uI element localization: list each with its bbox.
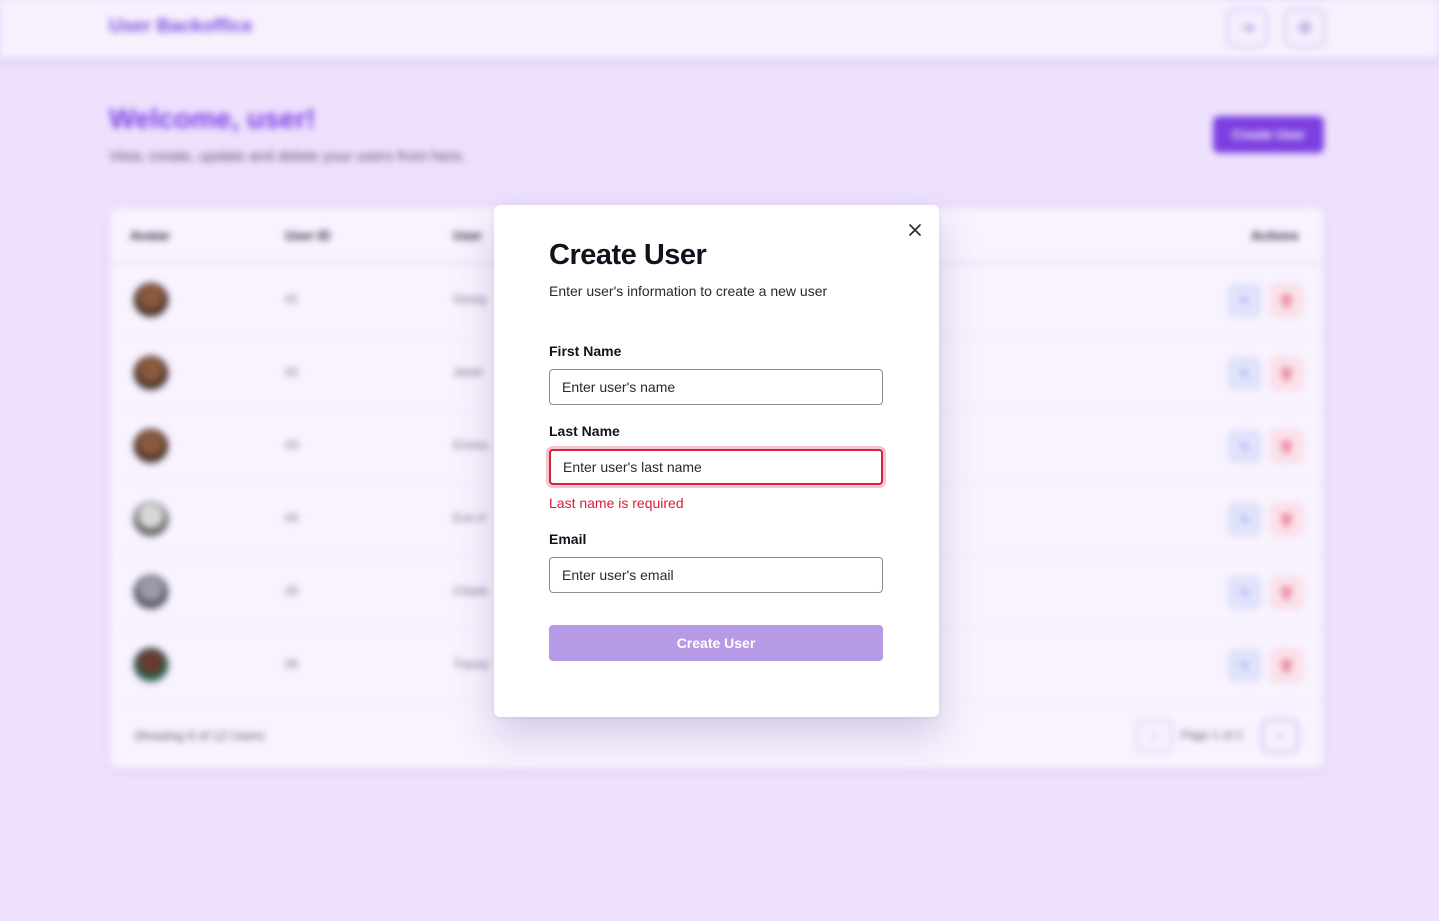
pencil-icon: ✎ (1239, 512, 1250, 527)
delete-user-button[interactable]: 🗑 (1270, 284, 1303, 317)
column-header-user-id: User ID (285, 228, 331, 243)
welcome-title: Welcome, user! (109, 103, 316, 134)
welcome-subtitle: View, create, update and delete your use… (109, 148, 466, 165)
edit-user-button[interactable]: ✎ (1228, 284, 1261, 317)
column-header-user: User (453, 228, 482, 243)
trash-icon: 🗑 (1278, 366, 1295, 381)
close-dialog-button[interactable] (906, 221, 924, 239)
chevron-left-icon: ‹ (1152, 729, 1156, 743)
next-page-button[interactable]: › (1261, 719, 1299, 753)
top-navbar: User Backoffice ⇥ ⚙ (0, 0, 1439, 58)
user-id: #2 (285, 365, 299, 379)
delete-user-button[interactable]: 🗑 (1270, 357, 1303, 390)
email-field[interactable] (549, 557, 883, 593)
settings-icon: ⚙ (1297, 20, 1313, 37)
open-create-user-button[interactable]: Create User (1213, 116, 1324, 153)
user-name: Eve H (453, 511, 486, 525)
avatar (132, 354, 170, 392)
email-label: Email (549, 531, 587, 547)
user-id: #3 (285, 438, 299, 452)
pencil-icon: ✎ (1239, 585, 1250, 600)
delete-user-button[interactable]: 🗑 (1270, 649, 1303, 682)
user-id: #1 (285, 292, 299, 306)
column-header-actions: Actions (1251, 228, 1299, 243)
close-icon (909, 224, 921, 236)
avatar (132, 500, 170, 538)
previous-page-button[interactable]: ‹ (1135, 719, 1173, 753)
edit-user-button[interactable]: ✎ (1228, 503, 1261, 536)
avatar (132, 573, 170, 611)
user-id: #6 (285, 657, 299, 671)
logout-button[interactable]: ⇥ (1226, 8, 1268, 48)
trash-icon: 🗑 (1278, 658, 1295, 673)
edit-user-button[interactable]: ✎ (1228, 357, 1261, 390)
create-user-dialog: Create User Enter user's information to … (494, 205, 939, 717)
last-name-label: Last Name (549, 423, 620, 439)
logout-icon: ⇥ (1240, 20, 1254, 37)
user-name: Tracey (453, 657, 490, 671)
last-name-field[interactable] (549, 449, 883, 485)
delete-user-button[interactable]: 🗑 (1270, 576, 1303, 609)
pencil-icon: ✎ (1239, 439, 1250, 454)
settings-button[interactable]: ⚙ (1284, 8, 1326, 48)
edit-user-button[interactable]: ✎ (1228, 576, 1261, 609)
user-name: Emma (453, 438, 488, 452)
pencil-icon: ✎ (1239, 658, 1250, 673)
user-name: Janet (453, 365, 483, 379)
first-name-field[interactable] (549, 369, 883, 405)
avatar (132, 427, 170, 465)
page-indicator: Page 1 of 2 (1181, 728, 1243, 742)
pencil-icon: ✎ (1239, 293, 1250, 308)
user-id: #5 (285, 584, 299, 598)
avatar (132, 281, 170, 319)
user-name: Charle (453, 584, 489, 598)
column-header-avatar: Avatar (130, 228, 170, 243)
trash-icon: 🗑 (1278, 512, 1295, 527)
trash-icon: 🗑 (1278, 293, 1295, 308)
dialog-title: Create User (549, 239, 707, 271)
edit-user-button[interactable]: ✎ (1228, 649, 1261, 682)
first-name-label: First Name (549, 343, 622, 359)
user-id: #4 (285, 511, 299, 525)
delete-user-button[interactable]: 🗑 (1270, 430, 1303, 463)
chevron-right-icon: › (1278, 729, 1282, 743)
dialog-description: Enter user's information to create a new… (549, 283, 828, 299)
user-name: Georg (453, 292, 487, 306)
last-name-error: Last name is required (549, 495, 684, 511)
trash-icon: 🗑 (1278, 585, 1295, 600)
pencil-icon: ✎ (1239, 366, 1250, 381)
pagination-summary: Showing 6 of 12 Users (134, 728, 265, 743)
trash-icon: 🗑 (1278, 439, 1295, 454)
edit-user-button[interactable]: ✎ (1228, 430, 1261, 463)
create-user-submit-button[interactable]: Create User (549, 625, 883, 661)
avatar (132, 646, 170, 684)
brand-logo-text: User Backoffice (109, 16, 253, 37)
delete-user-button[interactable]: 🗑 (1270, 503, 1303, 536)
